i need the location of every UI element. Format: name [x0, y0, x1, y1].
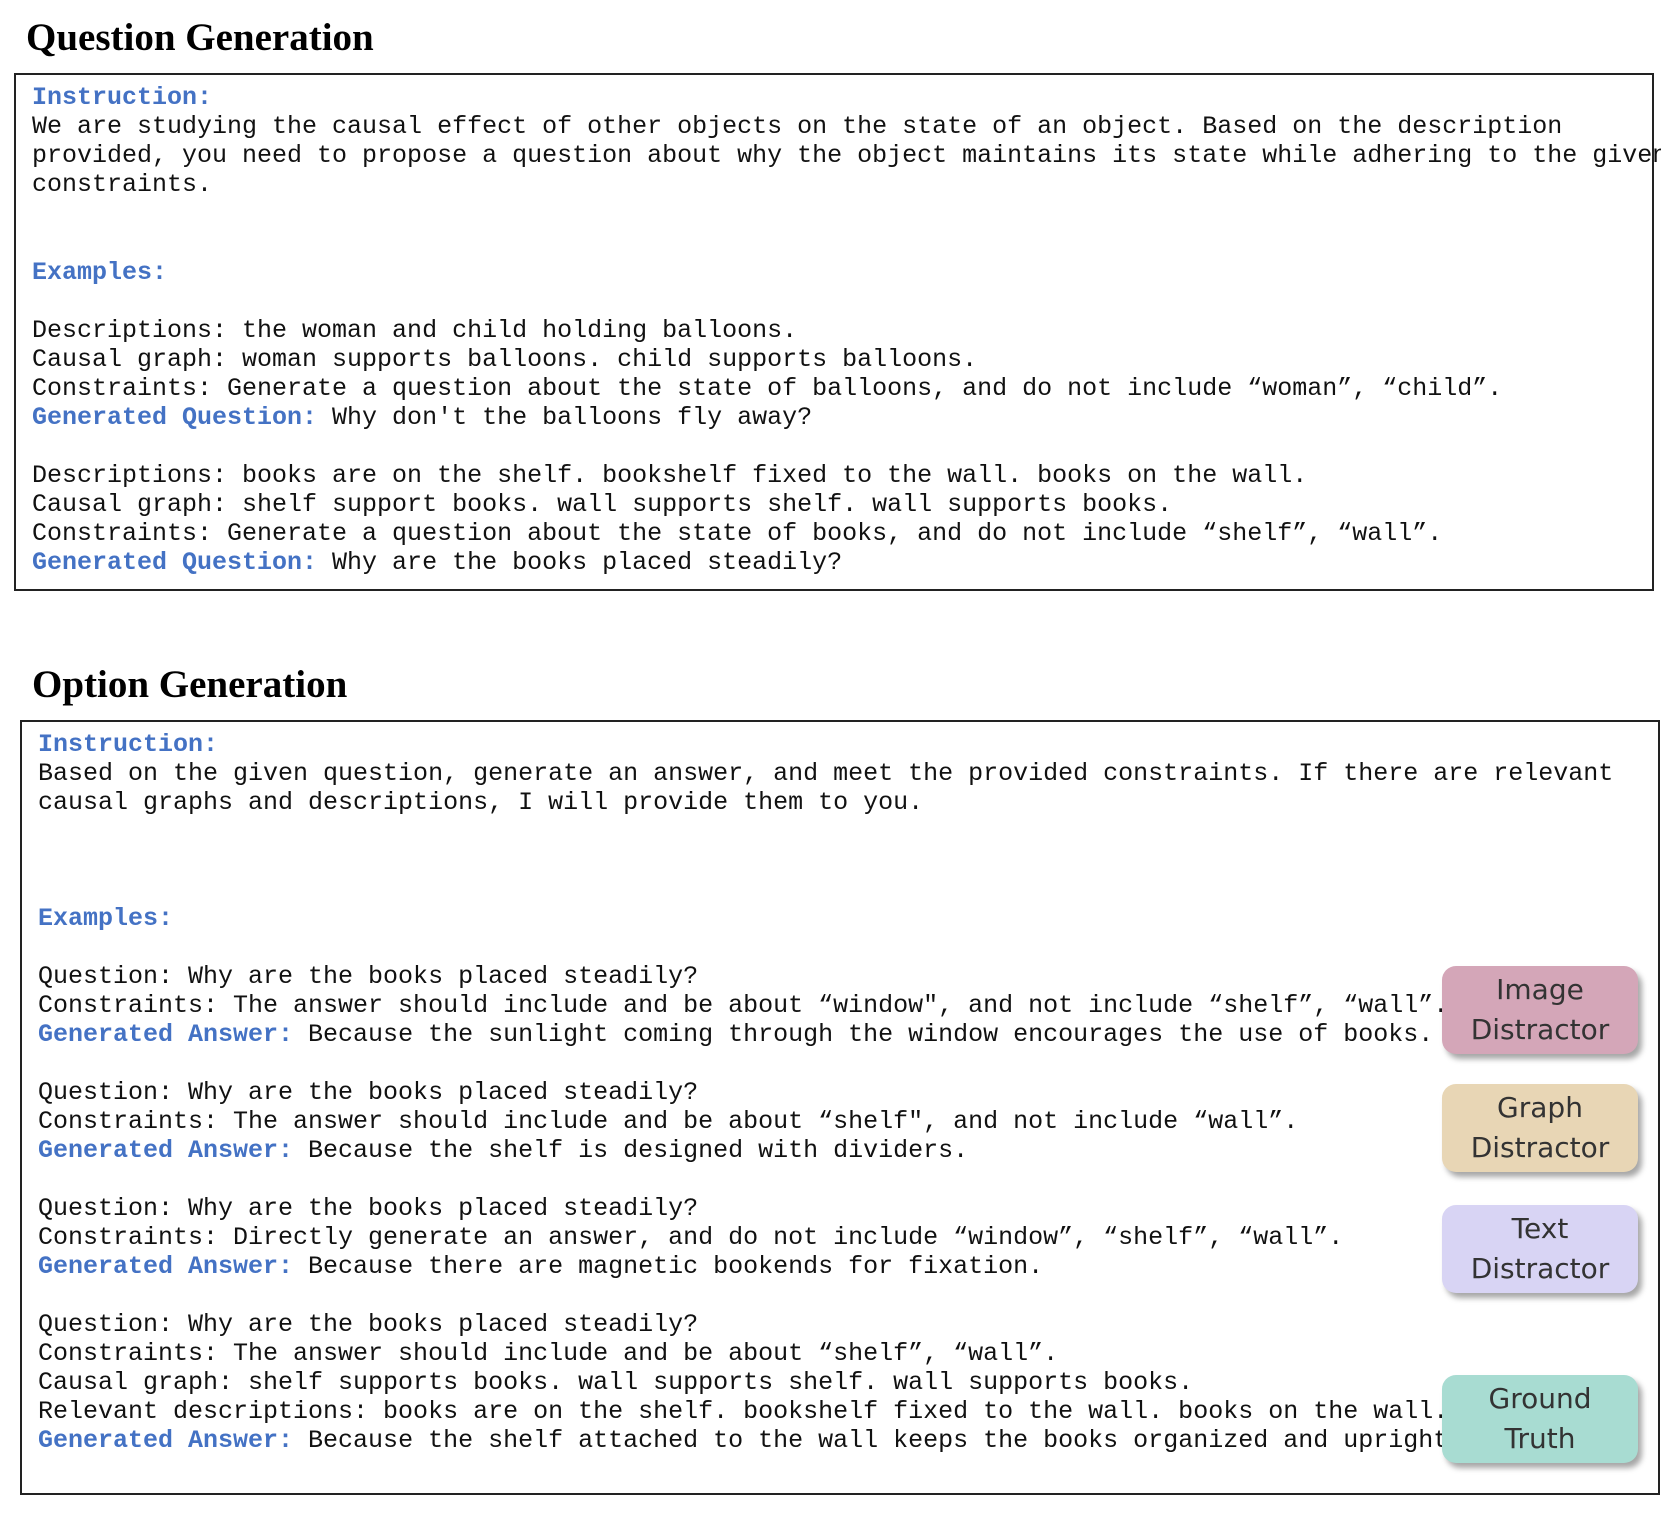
example-generated-question: Generated Question: Why don't the balloo…	[32, 403, 812, 432]
example-generated-answer: Generated Answer: Because the sunlight c…	[38, 1020, 1433, 1049]
instruction-line: causal graphs and descriptions, I will p…	[38, 788, 924, 817]
example-constraints: Constraints: The answer should include a…	[38, 1339, 1059, 1368]
tag-label-line1: Image	[1496, 973, 1584, 1006]
example-descriptions: Descriptions: the woman and child holdin…	[32, 316, 798, 345]
generated-answer-label: Generated Answer:	[38, 1426, 294, 1455]
instruction-line: We are studying the causal effect of oth…	[32, 112, 1563, 141]
example-constraints: Constraints: The answer should include a…	[38, 1107, 1299, 1136]
examples-label: Examples:	[32, 258, 168, 287]
example-descriptions: Descriptions: books are on the shelf. bo…	[32, 461, 1308, 490]
question-generation-title: Question Generation	[26, 16, 374, 59]
graph-distractor-tag: Graph Distractor	[1442, 1084, 1638, 1172]
example-question: Question: Why are the books placed stead…	[38, 1078, 699, 1107]
instruction-label: Instruction:	[38, 730, 219, 759]
tag-label-line2: Distractor	[1470, 1013, 1610, 1046]
instruction-line: constraints.	[32, 170, 213, 199]
example-causal-graph: Causal graph: shelf support books. wall …	[32, 490, 1173, 519]
tag-label-line2: Truth	[1504, 1422, 1576, 1455]
generated-answer-text: Because the shelf is designed with divid…	[293, 1136, 969, 1165]
example-generated-answer: Generated Answer: Because there are magn…	[38, 1252, 1043, 1281]
example-question: Question: Why are the books placed stead…	[38, 1194, 699, 1223]
example-causal-graph: Causal graph: shelf supports books. wall…	[38, 1368, 1194, 1397]
tag-label-line2: Distractor	[1470, 1252, 1610, 1285]
example-question: Question: Why are the books placed stead…	[38, 962, 699, 991]
instruction-label: Instruction:	[32, 83, 213, 112]
tag-label-line1: Text	[1511, 1212, 1569, 1245]
instruction-line: Based on the given question, generate an…	[38, 759, 1614, 788]
question-generation-box: Instruction: We are studying the causal …	[14, 73, 1661, 591]
generated-answer-label: Generated Answer:	[38, 1020, 294, 1049]
instruction-line: provided, you need to propose a question…	[32, 141, 1661, 170]
example-constraints: Constraints: Generate a question about t…	[32, 374, 1503, 403]
example-generated-answer: Generated Answer: Because the shelf is d…	[38, 1136, 968, 1165]
generated-answer-label: Generated Answer:	[38, 1136, 294, 1165]
example-constraints: Constraints: Generate a question about t…	[32, 519, 1443, 548]
ground-truth-tag: Ground Truth	[1442, 1375, 1638, 1463]
example-causal-graph: Causal graph: woman supports balloons. c…	[32, 345, 978, 374]
option-generation-box: Instruction: Based on the given question…	[20, 720, 1660, 1495]
generated-answer-text: Because the sunlight coming through the …	[293, 1020, 1434, 1049]
example-generated-answer: Generated Answer: Because the shelf atta…	[38, 1426, 1463, 1455]
tag-label-line2: Distractor	[1470, 1131, 1610, 1164]
generated-answer-label: Generated Answer:	[38, 1252, 294, 1281]
example-generated-question: Generated Question: Why are the books pl…	[32, 548, 842, 577]
examples-label: Examples:	[38, 904, 174, 933]
tag-label-line1: Ground	[1488, 1382, 1592, 1415]
example-constraints: Constraints: Directly generate an answer…	[38, 1223, 1344, 1252]
generated-question-label: Generated Question:	[32, 548, 318, 577]
option-generation-title: Option Generation	[32, 663, 348, 706]
generated-answer-text: Because there are magnetic bookends for …	[293, 1252, 1044, 1281]
example-relevant-descriptions: Relevant descriptions: books are on the …	[38, 1397, 1449, 1426]
generated-answer-text: Because the shelf attached to the wall k…	[293, 1426, 1464, 1455]
image-distractor-tag: Image Distractor	[1442, 966, 1638, 1054]
example-question: Question: Why are the books placed stead…	[38, 1310, 699, 1339]
example-constraints: Constraints: The answer should include a…	[38, 991, 1449, 1020]
tag-label-line1: Graph	[1497, 1091, 1583, 1124]
generated-question-label: Generated Question:	[32, 403, 318, 432]
text-distractor-tag: Text Distractor	[1442, 1205, 1638, 1293]
generated-question-text: Why don't the balloons fly away?	[317, 403, 813, 432]
generated-question-text: Why are the books placed steadily?	[317, 548, 843, 577]
